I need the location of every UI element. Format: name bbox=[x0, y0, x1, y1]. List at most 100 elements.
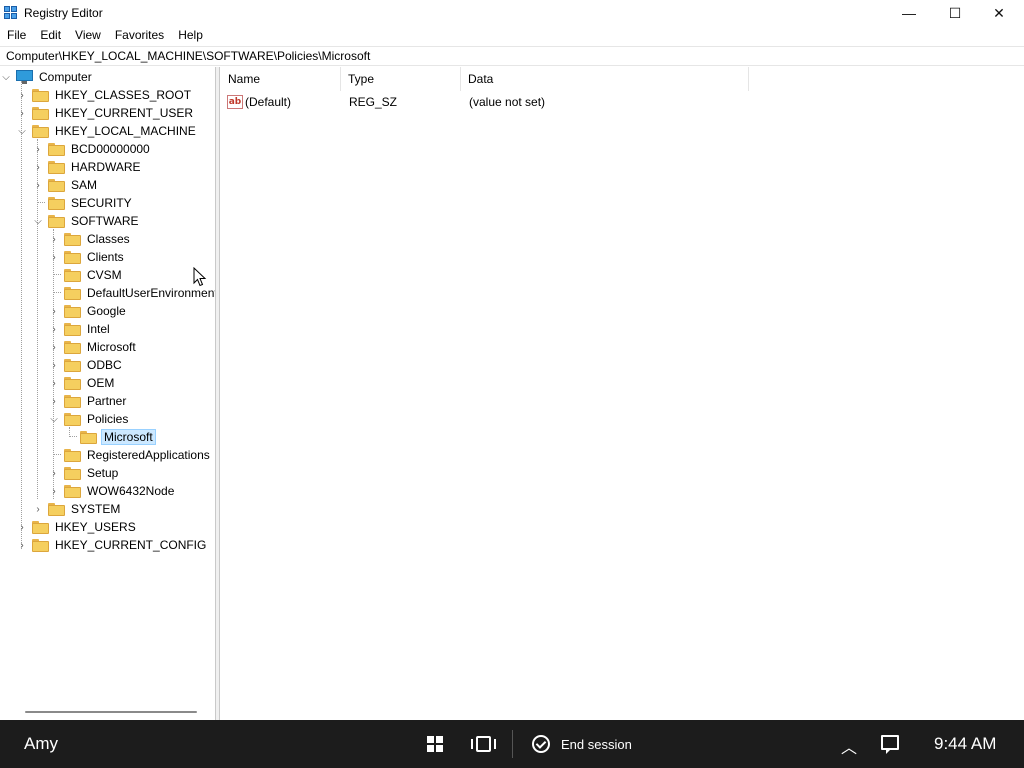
tree-item-policies-microsoft[interactable]: Microsoft bbox=[64, 428, 156, 446]
chevron-right-icon[interactable]: › bbox=[48, 464, 60, 482]
tree-item-google[interactable]: › Google bbox=[48, 302, 128, 320]
tree-item-software[interactable]: ⌵ SOFTWARE bbox=[32, 212, 141, 230]
chevron-right-icon[interactable]: › bbox=[48, 230, 60, 248]
chevron-down-icon[interactable]: ⌵ bbox=[0, 68, 12, 86]
tree-item-hkey-classes-root[interactable]: › HKEY_CLASSES_ROOT bbox=[16, 86, 193, 104]
tree-item-label: Microsoft bbox=[101, 429, 156, 445]
menu-file[interactable]: File bbox=[0, 26, 33, 44]
chevron-right-icon[interactable]: › bbox=[32, 140, 44, 158]
tree-item-hkey-current-config[interactable]: › HKEY_CURRENT_CONFIG bbox=[16, 536, 208, 554]
folder-icon bbox=[64, 268, 81, 282]
list-item[interactable]: ab (Default) REG_SZ (value not set) bbox=[221, 93, 669, 111]
menu-help[interactable]: Help bbox=[171, 26, 210, 44]
task-view-icon[interactable] bbox=[471, 736, 496, 752]
folder-icon bbox=[64, 412, 81, 426]
close-button[interactable]: ✕ bbox=[976, 0, 1022, 26]
column-header-data[interactable]: Data bbox=[461, 67, 749, 91]
chevron-right-icon[interactable]: › bbox=[48, 392, 60, 410]
menu-edit[interactable]: Edit bbox=[33, 26, 68, 44]
minimize-button[interactable]: — bbox=[886, 0, 932, 26]
folder-icon bbox=[48, 178, 65, 192]
tree-item-oem[interactable]: › OEM bbox=[48, 374, 116, 392]
column-header-type[interactable]: Type bbox=[341, 67, 461, 91]
tree-item-defaultuserenvironment[interactable]: DefaultUserEnvironment bbox=[48, 284, 216, 302]
chevron-right-icon[interactable]: › bbox=[48, 482, 60, 500]
chevron-right-icon[interactable]: › bbox=[32, 176, 44, 194]
chevron-right-icon[interactable]: › bbox=[48, 248, 60, 266]
chevron-up-icon[interactable]: ︿ bbox=[841, 734, 857, 758]
chevron-right-icon[interactable]: › bbox=[16, 518, 28, 536]
tree-item-registeredapplications[interactable]: RegisteredApplications bbox=[48, 446, 212, 464]
tree-item-hardware[interactable]: › HARDWARE bbox=[32, 158, 143, 176]
tree-item-policies[interactable]: ⌵ Policies bbox=[48, 410, 130, 428]
menu-view[interactable]: View bbox=[68, 26, 108, 44]
chevron-right-icon[interactable]: › bbox=[16, 86, 28, 104]
chevron-down-icon[interactable]: ⌵ bbox=[32, 212, 44, 230]
tree-item-partner[interactable]: › Partner bbox=[48, 392, 128, 410]
folder-icon bbox=[64, 484, 81, 498]
pane-splitter[interactable] bbox=[216, 67, 220, 720]
tree-item-label: RegisteredApplications bbox=[87, 448, 210, 462]
tree-item-bcd00000000[interactable]: › BCD00000000 bbox=[32, 140, 152, 158]
tree-item-label: Microsoft bbox=[87, 340, 136, 354]
tree-item-label: HKEY_USERS bbox=[55, 520, 136, 534]
tree-item-hkey-users[interactable]: › HKEY_USERS bbox=[16, 518, 138, 536]
chevron-down-icon[interactable]: ⌵ bbox=[16, 122, 28, 140]
tree-item-intel[interactable]: › Intel bbox=[48, 320, 112, 338]
chevron-right-icon[interactable]: › bbox=[48, 302, 60, 320]
folder-icon bbox=[64, 340, 81, 354]
values-list[interactable]: Name Type Data ab (Default) REG_SZ (valu… bbox=[221, 67, 1024, 720]
chevron-right-icon[interactable]: › bbox=[16, 536, 28, 554]
maximize-button[interactable]: ☐ bbox=[932, 0, 978, 26]
column-header-name[interactable]: Name bbox=[221, 67, 341, 91]
tree-item-clients[interactable]: › Clients bbox=[48, 248, 126, 266]
tree-item-sam[interactable]: › SAM bbox=[32, 176, 99, 194]
folder-icon bbox=[32, 124, 49, 138]
tree-item-hkey-local-machine[interactable]: ⌵ HKEY_LOCAL_MACHINE bbox=[16, 122, 198, 140]
tree-item-setup[interactable]: › Setup bbox=[48, 464, 120, 482]
tree-item-security[interactable]: SECURITY bbox=[32, 194, 134, 212]
tree-item-label: WOW6432Node bbox=[87, 484, 175, 498]
tree-item-wow6432node[interactable]: › WOW6432Node bbox=[48, 482, 176, 500]
tree-item-classes[interactable]: › Classes bbox=[48, 230, 132, 248]
address-bar[interactable]: Computer\HKEY_LOCAL_MACHINE\SOFTWARE\Pol… bbox=[0, 46, 1024, 66]
chevron-right-icon[interactable]: › bbox=[48, 356, 60, 374]
menu-favorites[interactable]: Favorites bbox=[108, 26, 171, 44]
tree-item-label: Policies bbox=[87, 412, 129, 426]
tree-item-label: DefaultUserEnvironment bbox=[87, 286, 216, 300]
folder-icon bbox=[32, 538, 49, 552]
tree-item-microsoft[interactable]: › Microsoft bbox=[48, 338, 138, 356]
taskbar: Amy End session ︿ 9:44 AM bbox=[0, 720, 1024, 768]
folder-icon bbox=[64, 358, 81, 372]
tree-item-computer[interactable]: ⌵ Computer bbox=[0, 68, 94, 86]
chevron-down-icon[interactable]: ⌵ bbox=[48, 410, 60, 428]
tree-item-cvsm[interactable]: CVSM bbox=[48, 266, 124, 284]
clock[interactable]: 9:44 AM bbox=[934, 720, 996, 768]
windows-start-icon[interactable] bbox=[427, 736, 443, 752]
folder-icon bbox=[48, 502, 65, 516]
folder-icon bbox=[80, 430, 97, 444]
window-title: Registry Editor bbox=[24, 6, 103, 20]
chevron-right-icon[interactable]: › bbox=[48, 374, 60, 392]
tree-item-system[interactable]: › SYSTEM bbox=[32, 500, 122, 518]
end-session-button[interactable]: End session bbox=[532, 734, 632, 754]
folder-icon bbox=[64, 232, 81, 246]
tree-item-label: Intel bbox=[87, 322, 110, 336]
registry-tree[interactable]: ⌵ Computer › HKEY_CLASSES_ROOT › HKEY_CU… bbox=[0, 67, 216, 720]
notification-icon[interactable] bbox=[881, 735, 899, 754]
chevron-right-icon[interactable]: › bbox=[48, 320, 60, 338]
chevron-right-icon[interactable]: › bbox=[32, 500, 44, 518]
computer-icon bbox=[16, 70, 33, 84]
tree-item-label: OEM bbox=[87, 376, 115, 390]
chevron-right-icon[interactable]: › bbox=[48, 338, 60, 356]
string-value-icon: ab bbox=[227, 95, 243, 109]
chevron-right-icon[interactable]: › bbox=[16, 104, 28, 122]
scrollbar-thumb[interactable] bbox=[25, 711, 197, 713]
tree-item-odbc[interactable]: › ODBC bbox=[48, 356, 124, 374]
tree-horizontal-scrollbar[interactable] bbox=[0, 703, 215, 720]
tree-item-hkey-current-user[interactable]: › HKEY_CURRENT_USER bbox=[16, 104, 195, 122]
chevron-right-icon[interactable]: › bbox=[32, 158, 44, 176]
